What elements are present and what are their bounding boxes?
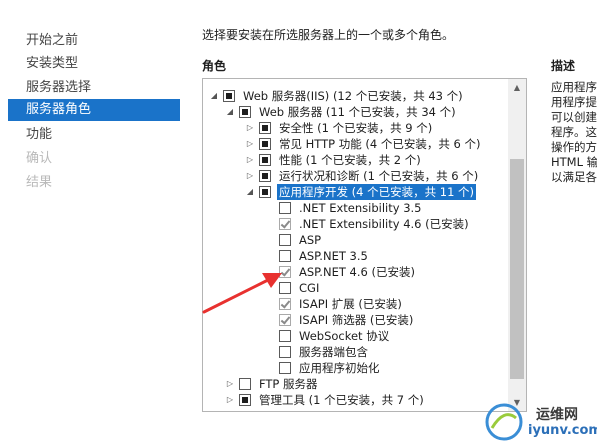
role-label[interactable]: 性能 (1 个已安装，共 2 个): [277, 152, 423, 168]
role-checkbox[interactable]: [279, 282, 291, 294]
watermark-name: 运维网: [536, 407, 578, 423]
tree-scrollbar[interactable]: ▲ ▼: [508, 79, 526, 411]
role-checkbox[interactable]: [259, 170, 271, 182]
role-checkbox[interactable]: [239, 106, 251, 118]
description-line: 操作的方: [551, 140, 597, 154]
role-checkbox[interactable]: [239, 378, 251, 390]
role-label[interactable]: Web 服务器(IIS) (12 个已安装，共 43 个): [241, 88, 465, 104]
role-label[interactable]: 运行状况和诊断 (1 个已安装，共 6 个): [277, 168, 480, 184]
role-label[interactable]: WebSocket 协议: [297, 328, 391, 344]
role-checkbox[interactable]: [279, 314, 291, 326]
description-pane: 应用程序 用程序提 可以创建 程序。这些 操作的方 HTML 输 以满足各: [551, 80, 597, 185]
role-label[interactable]: 应用程序初始化: [297, 360, 382, 376]
watermark-logo-icon: [485, 403, 523, 441]
nav-item-server-selection[interactable]: 服务器选择: [26, 77, 91, 99]
role-checkbox[interactable]: [279, 330, 291, 342]
role-label[interactable]: ISAPI 筛选器 (已安装): [297, 312, 415, 328]
role-label[interactable]: CGI: [297, 280, 321, 296]
description-line: 可以创建: [551, 110, 597, 124]
nav-item-features[interactable]: 功能: [26, 124, 52, 146]
description-line: 程序。这些: [551, 125, 597, 139]
role-label[interactable]: ASP: [297, 232, 323, 248]
role-label[interactable]: ASP.NET 3.5: [297, 248, 370, 264]
role-label[interactable]: 常见 HTTP 功能 (4 个已安装，共 6 个): [277, 136, 482, 152]
role-label[interactable]: 应用程序开发 (4 个已安装，共 11 个): [277, 184, 477, 200]
nav-item-results: 结果: [26, 175, 53, 190]
nav-item-server-roles[interactable]: 服务器角色: [8, 99, 180, 121]
role-label[interactable]: ISAPI 扩展 (已安装): [297, 296, 404, 312]
description-heading: 描述: [551, 59, 576, 73]
wizard-nav: 开始之前 安装类型 服务器选择 服务器角色 功能 确认 结果: [0, 0, 188, 446]
role-label[interactable]: 服务器端包含: [297, 344, 370, 360]
expand-arrow-icon[interactable]: ▷: [245, 168, 255, 184]
role-checkbox[interactable]: [259, 138, 271, 150]
role-checkbox[interactable]: [279, 202, 291, 214]
instruction-text: 选择要安装在所选服务器上的一个或多个角色。: [202, 28, 455, 42]
nav-item-confirmation: 确认: [26, 151, 53, 166]
role-checkbox[interactable]: [279, 250, 291, 262]
role-checkbox[interactable]: [279, 362, 291, 374]
expand-arrow-icon[interactable]: ▷: [245, 120, 255, 136]
role-label[interactable]: .NET Extensibility 3.5: [297, 200, 423, 216]
role-label[interactable]: 管理工具 (1 个已安装，共 7 个): [257, 392, 426, 408]
description-line: 应用程序: [551, 80, 597, 94]
role-checkbox[interactable]: [259, 122, 271, 134]
role-label[interactable]: .NET Extensibility 4.6 (已安装): [297, 216, 471, 232]
role-label[interactable]: FTP 服务器: [257, 376, 320, 392]
role-checkbox[interactable]: [279, 346, 291, 358]
roles-tree[interactable]: ◢ Web 服务器(IIS) (12 个已安装，共 43 个) ◢ Web 服务器 (…: [202, 78, 527, 412]
watermark: 运维网 iyunv.com: [480, 398, 597, 446]
collapse-arrow-icon[interactable]: ◢: [225, 104, 235, 120]
description-line: 以满足各: [551, 170, 597, 184]
role-checkbox[interactable]: [279, 266, 291, 278]
role-checkbox[interactable]: [279, 298, 291, 310]
role-checkbox[interactable]: [223, 90, 235, 102]
expand-arrow-icon[interactable]: ▷: [245, 152, 255, 168]
expand-arrow-icon[interactable]: ▷: [225, 392, 235, 408]
role-checkbox[interactable]: [279, 234, 291, 246]
expand-arrow-icon[interactable]: ▷: [225, 376, 235, 392]
expand-arrow-icon[interactable]: ▷: [245, 136, 255, 152]
role-checkbox[interactable]: [259, 186, 271, 198]
role-checkbox[interactable]: [259, 154, 271, 166]
collapse-arrow-icon[interactable]: ◢: [245, 184, 255, 200]
nav-item-installation-type[interactable]: 安装类型: [26, 53, 78, 75]
scroll-up-arrow-icon[interactable]: ▲: [508, 79, 526, 96]
role-label[interactable]: Web 服务器 (11 个已安装，共 34 个): [257, 104, 458, 120]
role-checkbox[interactable]: [239, 394, 251, 406]
role-checkbox[interactable]: [279, 218, 291, 230]
scroll-thumb[interactable]: [510, 159, 524, 379]
role-label[interactable]: 安全性 (1 个已安装，共 9 个): [277, 120, 434, 136]
roles-heading: 角色: [202, 59, 227, 73]
collapse-arrow-icon[interactable]: ◢: [209, 88, 219, 104]
role-label[interactable]: ASP.NET 4.6 (已安装): [297, 264, 417, 280]
description-line: 用程序提: [551, 95, 597, 109]
description-line: HTML 输: [551, 155, 597, 169]
watermark-domain: iyunv.com: [528, 423, 597, 438]
nav-item-before-you-begin[interactable]: 开始之前: [26, 30, 78, 52]
